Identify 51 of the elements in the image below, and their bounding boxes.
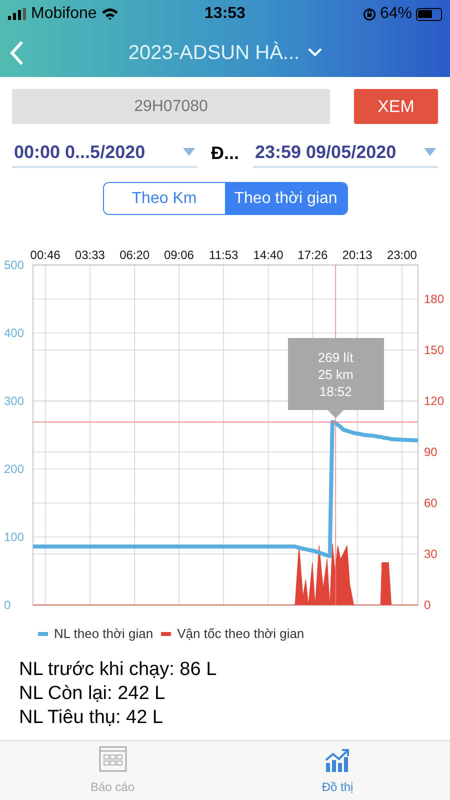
y-tick-label: 300 <box>4 394 24 408</box>
x-tick-label: 00:46 <box>30 248 60 262</box>
summary-line: NL Còn lại: 242 L <box>19 682 166 706</box>
x-tick-label: 03:33 <box>74 248 105 262</box>
y2-tick-label: 180 <box>424 292 444 306</box>
x-tick-label: 09:06 <box>164 248 194 262</box>
y-tick-label: 200 <box>4 462 24 476</box>
y2-tick-label: 60 <box>424 496 438 510</box>
x-tick-label: 20:13 <box>342 248 372 262</box>
legend-label: NL theo thời gian <box>54 625 154 643</box>
end-date-picker[interactable]: 23:59 09/05/2020 <box>253 138 438 168</box>
y2-tick-label: 0 <box>424 598 431 612</box>
y-tick-label: 400 <box>4 326 24 340</box>
x-tick-label: 17:26 <box>298 248 328 262</box>
signal-icon <box>8 8 26 20</box>
bar-chart-arrow-icon <box>324 748 350 772</box>
dropdown-triangle-icon <box>424 148 436 156</box>
mode-tab[interactable]: Theo thời gian <box>225 183 346 214</box>
y2-tick-label: 120 <box>424 394 444 408</box>
y-tick-label: 0 <box>4 598 11 612</box>
y2-tick-label: 90 <box>424 445 438 459</box>
view-button[interactable]: XEM <box>354 89 438 124</box>
legend-label: Vận tốc theo thời gian <box>177 625 304 643</box>
tooltip-text: 269 lít <box>318 348 354 366</box>
rotation-lock-icon <box>362 8 376 20</box>
battery-icon <box>416 8 442 20</box>
x-tick-label: 14:40 <box>253 248 284 262</box>
vehicle-selector[interactable]: 2023-ADSUN HÀ... <box>128 38 342 68</box>
y-tick-label: 100 <box>4 530 24 544</box>
y-tick-label: 500 <box>4 258 24 272</box>
plate-field[interactable]: 29H07080 <box>12 89 330 124</box>
bottom-tab[interactable]: Đồ thị <box>225 741 450 800</box>
tooltip-text: 25 km <box>318 366 354 383</box>
status-time: 13:53 <box>204 4 246 24</box>
start-date-picker[interactable]: 00:00 0...5/2020 <box>12 138 197 168</box>
battery-percent: 64% <box>380 4 412 24</box>
carrier-name: Mobifone <box>31 4 97 24</box>
tooltip-text: 18:52 <box>319 382 352 400</box>
x-tick-label: 06:20 <box>120 248 150 262</box>
summary-line: NL Tiêu thụ: 42 L <box>19 706 164 730</box>
range-separator: Đ... <box>210 142 240 164</box>
wifi-icon <box>102 8 118 20</box>
y2-tick-label: 150 <box>424 343 444 357</box>
x-tick-label: 23:00 <box>386 248 417 262</box>
y2-tick-label: 30 <box>424 547 438 561</box>
calendar-grid-icon <box>98 746 126 772</box>
summary-line: NL trước khi chạy: 86 L <box>19 658 218 682</box>
chevron-down-icon <box>308 48 322 57</box>
x-tick-label: 11:53 <box>209 248 238 262</box>
dropdown-triangle-icon <box>183 148 195 156</box>
bottom-tab[interactable]: Báo cáo <box>0 741 225 800</box>
